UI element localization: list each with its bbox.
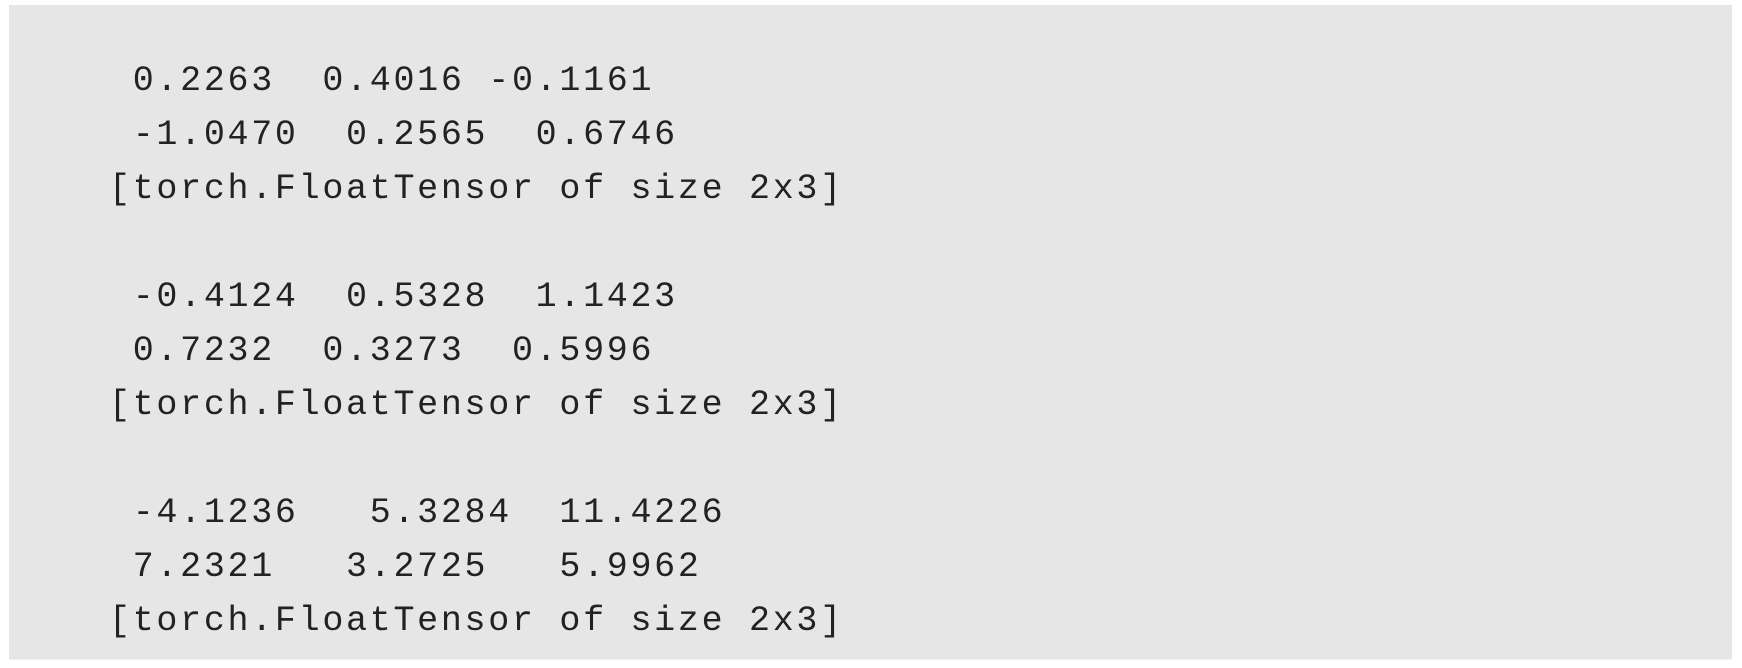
tensor-2-row-1: -0.4124 0.5328 1.1423 <box>109 277 678 317</box>
tensor-1-footer: [torch.FloatTensor of size 2x3] <box>109 169 844 209</box>
tensor-2-row-2: 0.7232 0.3273 0.5996 <box>109 331 655 371</box>
tensor-1-row-1: 0.2263 0.4016 -0.1161 <box>109 61 655 101</box>
tensor-2-footer: [torch.FloatTensor of size 2x3] <box>109 385 844 425</box>
tensor-3-row-1: -4.1236 5.3284 11.4226 <box>109 493 726 533</box>
tensor-1-row-2: -1.0470 0.2565 0.6746 <box>109 115 678 155</box>
console-output: 0.2263 0.4016 -0.1161 -1.0470 0.2565 0.6… <box>9 5 1732 660</box>
tensor-3-row-2: 7.2321 3.2725 5.9962 <box>109 547 702 587</box>
tensor-3-footer: [torch.FloatTensor of size 2x3] <box>109 601 844 641</box>
